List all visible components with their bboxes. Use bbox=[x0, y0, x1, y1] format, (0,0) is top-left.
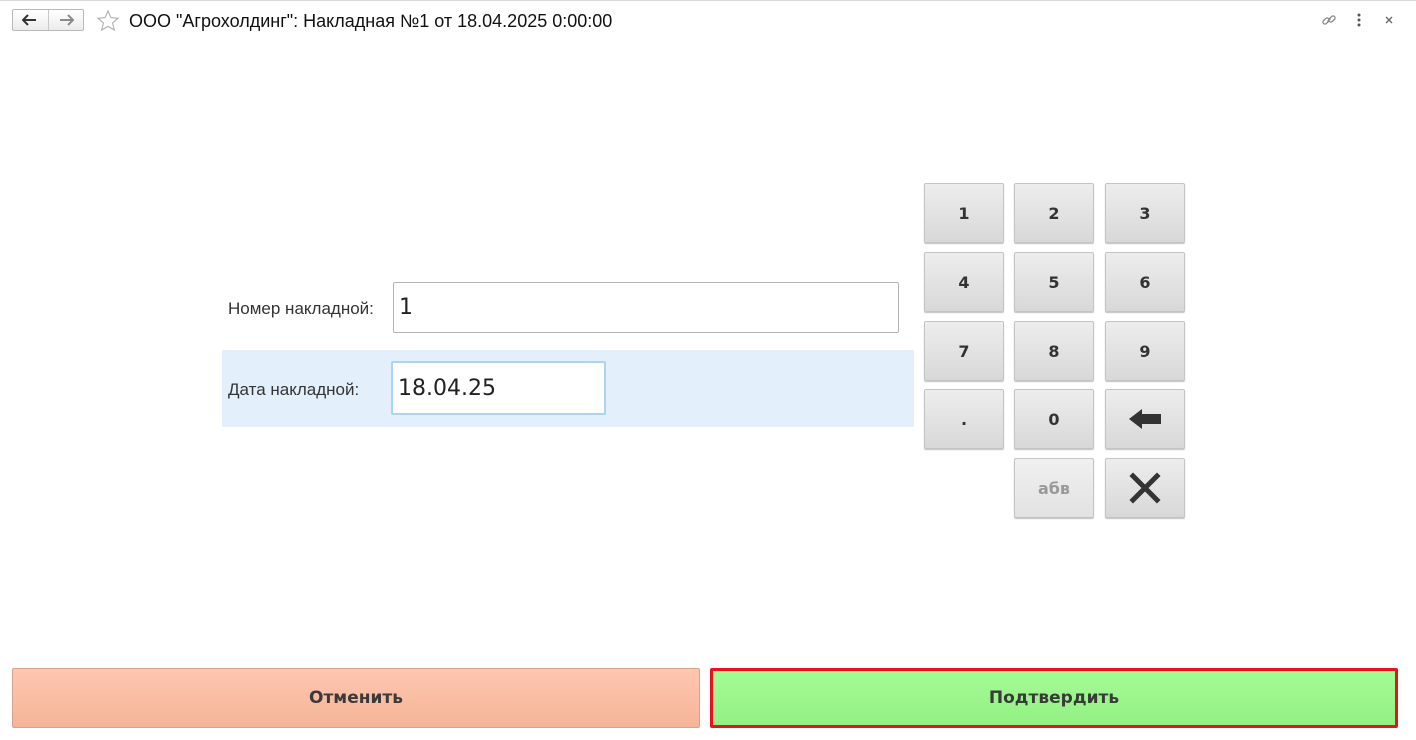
key-9[interactable]: 9 bbox=[1105, 321, 1185, 381]
invoice-number-field[interactable]: 1 bbox=[393, 282, 899, 333]
key-5[interactable]: 5 bbox=[1014, 252, 1094, 312]
key-0[interactable]: 0 bbox=[1014, 389, 1094, 449]
star-icon[interactable] bbox=[96, 9, 120, 33]
key-4[interactable]: 4 bbox=[924, 252, 1004, 312]
invoice-date-label: Дата накладной: bbox=[228, 380, 360, 399]
forward-button[interactable] bbox=[47, 10, 84, 30]
back-button[interactable] bbox=[13, 10, 48, 30]
nav-buttons bbox=[12, 9, 84, 31]
invoice-number-value: 1 bbox=[399, 295, 413, 320]
link-icon[interactable] bbox=[1320, 11, 1338, 29]
key-1[interactable]: 1 bbox=[924, 183, 1004, 243]
close-icon[interactable] bbox=[1380, 11, 1398, 29]
arrow-right-icon bbox=[59, 14, 74, 26]
clear-x-icon bbox=[1129, 472, 1161, 504]
clear-button[interactable] bbox=[1105, 458, 1185, 518]
backspace-arrow-icon bbox=[1129, 409, 1161, 429]
key-2[interactable]: 2 bbox=[1014, 183, 1094, 243]
window-header: ООО "Агрохолдинг": Накладная №1 от 18.04… bbox=[0, 1, 1416, 39]
key-3[interactable]: 3 bbox=[1105, 183, 1185, 243]
invoice-date-value: 18.04.25 bbox=[398, 375, 496, 401]
confirm-button[interactable]: Подтвердить bbox=[710, 668, 1398, 728]
arrow-left-icon bbox=[22, 14, 37, 26]
page-title: ООО "Агрохолдинг": Накладная №1 от 18.04… bbox=[129, 11, 613, 31]
cancel-button[interactable]: Отменить bbox=[12, 668, 700, 728]
backspace-button[interactable] bbox=[1105, 389, 1185, 449]
key-dot[interactable]: . bbox=[924, 389, 1004, 449]
key-6[interactable]: 6 bbox=[1105, 252, 1185, 312]
abc-keyboard-button[interactable]: абв bbox=[1014, 458, 1094, 518]
key-8[interactable]: 8 bbox=[1014, 321, 1094, 381]
more-vertical-icon[interactable] bbox=[1350, 11, 1368, 29]
key-7[interactable]: 7 bbox=[924, 321, 1004, 381]
invoice-number-label: Номер накладной: bbox=[228, 299, 374, 318]
invoice-date-field[interactable]: 18.04.25 bbox=[391, 361, 606, 415]
